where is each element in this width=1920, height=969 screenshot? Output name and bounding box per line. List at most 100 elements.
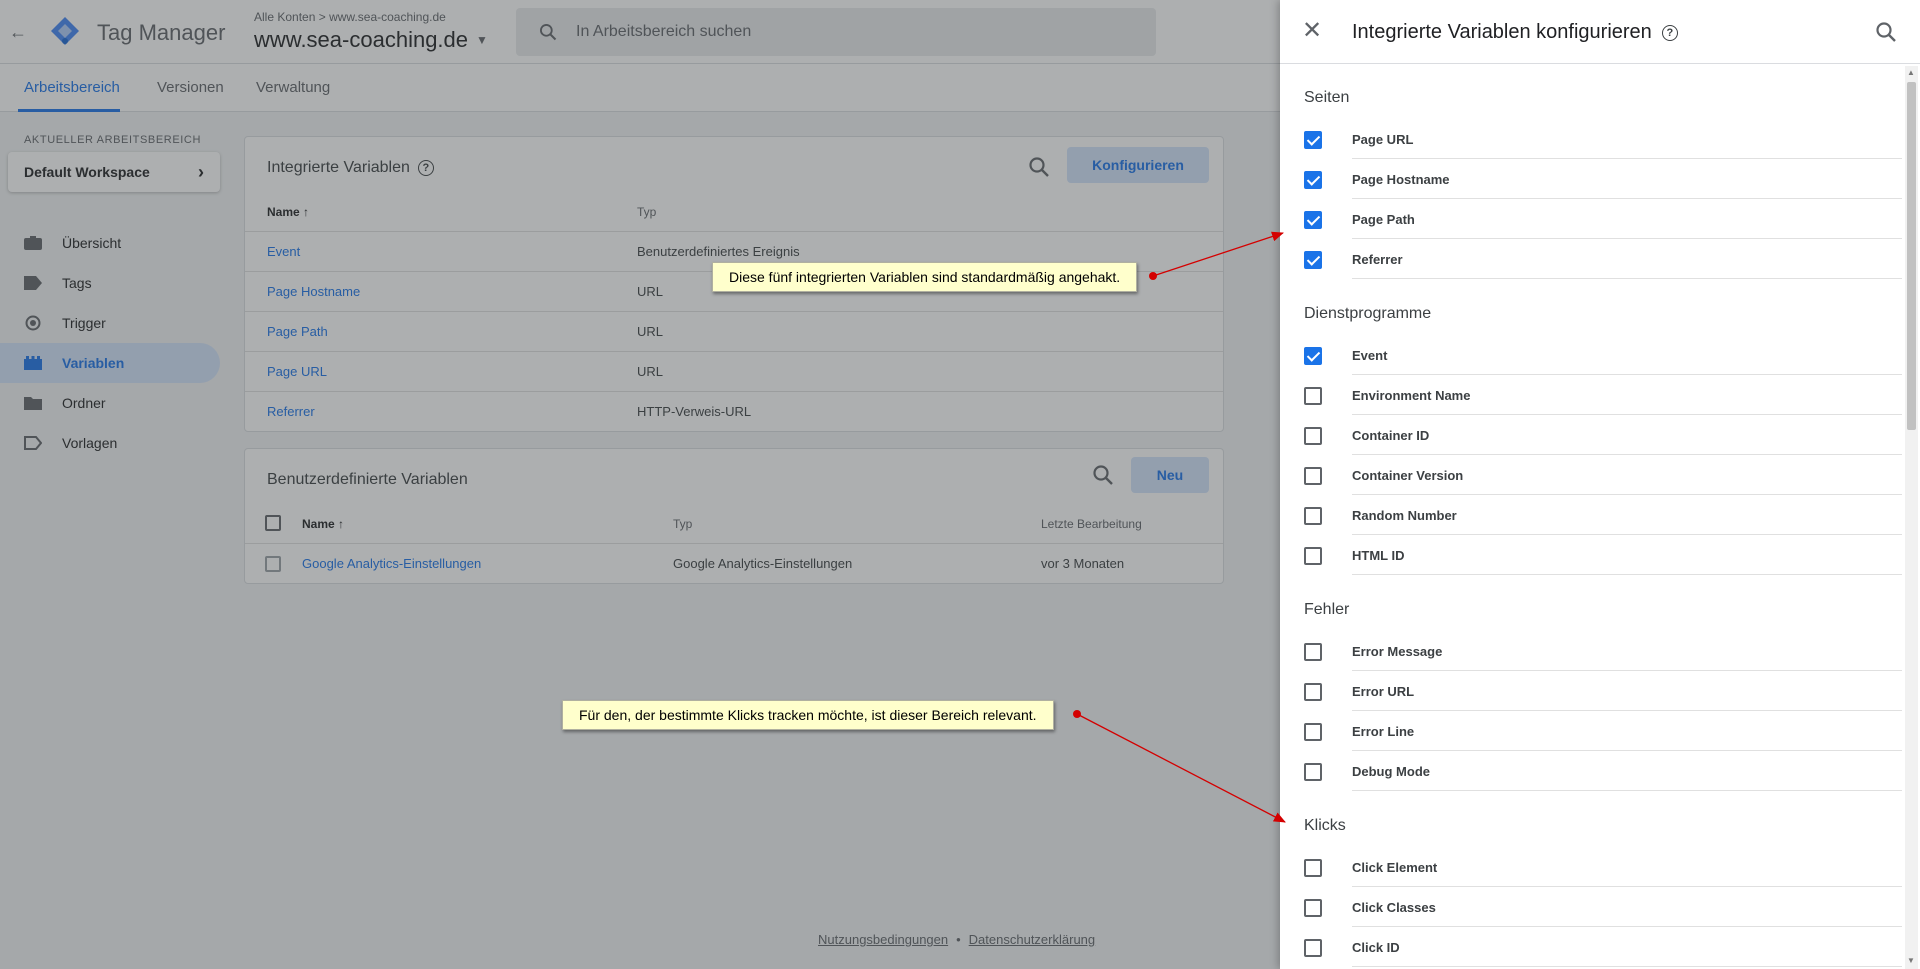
breadcrumb-container[interactable]: www.sea-coaching.de <box>329 10 446 24</box>
option-click-element[interactable]: Click Element <box>1280 847 1902 887</box>
option-click-classes[interactable]: Click Classes <box>1280 887 1902 927</box>
table-row[interactable]: Page URL URL <box>245 351 1223 391</box>
option-label: Referrer <box>1352 252 1403 267</box>
briefcase-icon <box>24 236 42 250</box>
option-page-hostname[interactable]: Page Hostname <box>1280 159 1902 199</box>
sidebar-item-ordner[interactable]: Ordner <box>0 383 220 423</box>
breadcrumb[interactable]: Alle Konten > www.sea-coaching.de <box>254 10 446 24</box>
terms-link[interactable]: Nutzungsbedingungen <box>818 932 948 947</box>
sidebar-item-trigger[interactable]: Trigger <box>0 303 220 343</box>
checkbox-checked[interactable] <box>1304 211 1322 229</box>
sidebar-item-label: Übersicht <box>62 235 122 251</box>
table-row[interactable]: Page Path URL <box>245 311 1223 351</box>
checkbox-unchecked[interactable] <box>1304 507 1322 525</box>
checkbox-unchecked[interactable] <box>1304 899 1322 917</box>
workspace-name: Default Workspace <box>24 164 150 180</box>
close-icon[interactable]: ✕ <box>1302 18 1322 44</box>
divider <box>1352 966 1902 967</box>
column-header-type: Typ <box>637 205 657 219</box>
footer-separator: • <box>956 932 961 947</box>
option-debug-mode[interactable]: Debug Mode <box>1280 751 1902 791</box>
custom-card-title: Benutzerdefinierte Variablen <box>267 471 468 488</box>
back-arrow-icon[interactable]: ← <box>6 20 30 44</box>
sidebar-item-overview[interactable]: Übersicht <box>0 223 220 263</box>
annotation-callout-clicks: Für den, der bestimmte Klicks tracken mö… <box>562 700 1054 730</box>
checkbox-checked[interactable] <box>1304 251 1322 269</box>
panel-title-text: Integrierte Variablen konfigurieren <box>1352 21 1652 43</box>
checkbox-unchecked[interactable] <box>1304 683 1322 701</box>
option-container-version[interactable]: Container Version <box>1280 455 1902 495</box>
checkbox-unchecked[interactable] <box>1304 427 1322 445</box>
sidebar-item-label: Variablen <box>62 355 125 371</box>
checkbox-unchecked[interactable] <box>1304 547 1322 565</box>
checkbox-unchecked[interactable] <box>1304 859 1322 877</box>
column-header-last-edit: Letzte Bearbeitung <box>1041 517 1142 531</box>
sidebar-item-label: Vorlagen <box>62 435 118 451</box>
option-container-id[interactable]: Container ID <box>1280 415 1902 455</box>
table-row[interactable]: Google Analytics-Einstellungen Google An… <box>245 543 1223 583</box>
option-page-url[interactable]: Page URL <box>1280 119 1902 159</box>
help-icon[interactable]: ? <box>1661 24 1678 41</box>
option-event[interactable]: Event <box>1280 335 1902 375</box>
checkbox-checked[interactable] <box>1304 131 1322 149</box>
option-error-line[interactable]: Error Line <box>1280 711 1902 751</box>
column-header-name[interactable]: Name ↑ <box>267 205 309 219</box>
builtin-card-title: Integrierte Variablen ? <box>267 159 434 177</box>
scrollbar-thumb[interactable] <box>1907 82 1916 430</box>
option-page-path[interactable]: Page Path <box>1280 199 1902 239</box>
option-referrer[interactable]: Referrer <box>1280 239 1902 279</box>
option-html-id[interactable]: HTML ID <box>1280 535 1902 575</box>
option-error-message[interactable]: Error Message <box>1280 631 1902 671</box>
scroll-down-arrow-icon[interactable]: ▼ <box>1907 956 1915 965</box>
checkbox-checked[interactable] <box>1304 171 1322 189</box>
table-row[interactable]: Referrer HTTP-Verweis-URL <box>245 391 1223 431</box>
workspace-search-input[interactable]: In Arbeitsbereich suchen <box>516 8 1156 56</box>
option-label: Error Line <box>1352 724 1415 739</box>
new-variable-button[interactable]: Neu <box>1131 457 1209 493</box>
help-icon[interactable]: ? <box>417 160 434 176</box>
variable-type: URL <box>637 284 664 299</box>
configure-button[interactable]: Konfigurieren <box>1067 147 1209 183</box>
variable-name-link[interactable]: Page Path <box>267 324 328 339</box>
checkbox-unchecked[interactable] <box>1304 939 1322 957</box>
tab-verwaltung[interactable]: Verwaltung <box>256 79 330 96</box>
checkbox-unchecked[interactable] <box>1304 643 1322 661</box>
sidebar-item-tags[interactable]: Tags <box>0 263 220 303</box>
option-environment-name[interactable]: Environment Name <box>1280 375 1902 415</box>
variable-name-link[interactable]: Page Hostname <box>267 284 360 299</box>
container-name: www.sea-coaching.de <box>254 27 469 52</box>
option-random-number[interactable]: Random Number <box>1280 495 1902 535</box>
privacy-link[interactable]: Datenschutzerklärung <box>969 932 1095 947</box>
checkbox-checked[interactable] <box>1304 347 1322 365</box>
variable-name-link[interactable]: Google Analytics-Einstellungen <box>302 556 481 571</box>
checkbox-unchecked[interactable] <box>1304 723 1322 741</box>
select-all-checkbox[interactable] <box>265 515 281 531</box>
sidebar-item-vorlagen[interactable]: Vorlagen <box>0 423 220 463</box>
search-icon[interactable] <box>1874 20 1898 44</box>
container-selector[interactable]: www.sea-coaching.de ▼ <box>254 27 488 53</box>
checkbox-unchecked[interactable] <box>1304 467 1322 485</box>
workspace-selector[interactable]: Default Workspace › <box>8 152 220 192</box>
variable-name-link[interactable]: Referrer <box>267 404 315 419</box>
column-header-name[interactable]: Name ↑ <box>302 517 344 531</box>
checkbox-unchecked[interactable] <box>1304 763 1322 781</box>
variable-name-link[interactable]: Event <box>267 244 300 259</box>
scroll-up-arrow-icon[interactable]: ▲ <box>1907 68 1915 77</box>
top-bar: ← Tag Manager Alle Konten > www.sea-coac… <box>0 0 1280 64</box>
row-checkbox[interactable] <box>265 556 281 572</box>
search-icon[interactable] <box>1091 463 1115 487</box>
sidebar-item-variablen[interactable]: Variablen <box>0 343 220 383</box>
folder-icon <box>24 396 42 410</box>
option-error-url[interactable]: Error URL <box>1280 671 1902 711</box>
variable-name-link[interactable]: Page URL <box>267 364 327 379</box>
option-click-id[interactable]: Click ID <box>1280 927 1902 967</box>
annotation-callout-defaults: Diese fünf integrierten Variablen sind s… <box>712 262 1138 292</box>
tab-versionen[interactable]: Versionen <box>157 79 224 96</box>
search-icon[interactable] <box>1027 155 1051 179</box>
option-label: Environment Name <box>1352 388 1471 403</box>
breadcrumb-account[interactable]: Alle Konten <box>254 10 315 24</box>
sidebar-item-label: Tags <box>62 275 92 291</box>
tab-arbeitsbereich[interactable]: Arbeitsbereich <box>24 79 120 96</box>
checkbox-unchecked[interactable] <box>1304 387 1322 405</box>
option-label: HTML ID <box>1352 548 1405 563</box>
